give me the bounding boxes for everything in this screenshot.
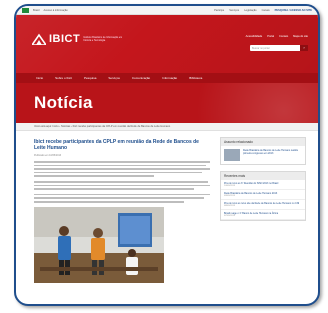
header-links: Acessibilidade Portal Contato Mapa do si…	[246, 35, 308, 38]
brazil-flag-icon	[22, 7, 29, 13]
breadcrumb: Você está aqui: Início › Notícias › Ibic…	[16, 123, 318, 131]
gov-link-brasil[interactable]: Brasil	[33, 9, 40, 12]
nav-item-informacao[interactable]: Informação	[162, 76, 177, 80]
recent-heading: Recentes mais	[221, 172, 305, 180]
meeting-photo-image	[34, 206, 164, 283]
search-input[interactable]: Buscar no portal	[250, 47, 300, 50]
nav-item-servicos[interactable]: Serviços	[108, 76, 120, 80]
related-link[interactable]: Rede Brasileira de Bancos de Leite Human…	[243, 149, 302, 161]
article: Ibict recebe participantes da CPLP em re…	[34, 137, 210, 283]
search-button[interactable]: ›	[300, 45, 308, 51]
related-heading: Assunto relacionado	[221, 138, 305, 146]
article-paragraph	[34, 180, 210, 190]
nav-item-pesquisa[interactable]: Pesquisa	[84, 76, 96, 80]
related-box: Assunto relacionado Rede Brasileira de B…	[220, 137, 306, 165]
sidebar: Assunto relacionado Rede Brasileira de B…	[220, 137, 306, 283]
page-banner: Notícia	[16, 83, 318, 123]
gov-highlight-link[interactable]: PESQUISA / ACESSO AO SITE	[275, 9, 312, 12]
recent-item[interactable]: Brasil reage o 1º Banco de Leite Humano …	[221, 210, 305, 220]
article-title: Ibict recebe participantes da CPLP em re…	[34, 139, 199, 151]
site-header: IBICT Instituto Brasileiro de Informação…	[16, 15, 318, 83]
government-bar: Brasil Acesso à informação Participe Ser…	[16, 6, 318, 15]
ibict-logo[interactable]: IBICT Instituto Brasileiro de Informação…	[32, 33, 127, 45]
recent-date: 07/05/2013	[224, 215, 235, 217]
nav-item-inicio[interactable]: Início	[36, 76, 43, 80]
gov-link-canais[interactable]: Canais	[262, 9, 270, 12]
gov-link-servicos[interactable]: Serviços	[229, 9, 239, 12]
screenshot-frame: Brasil Acesso à informação Participe Ser…	[14, 4, 320, 306]
header-link-acessibilidade[interactable]: Acessibilidade	[246, 35, 263, 38]
gov-link-participe[interactable]: Participe	[214, 9, 224, 12]
logo-subtitle: Instituto Brasileiro de Informação em Ci…	[83, 36, 123, 42]
gov-link-legislacao[interactable]: Legislação	[244, 9, 256, 12]
recent-date: 08/05/2013	[224, 205, 235, 207]
page-title: Notícia	[34, 93, 93, 112]
banner-shade	[158, 83, 318, 123]
content-area: Ibict recebe participantes da CPLP em re…	[16, 131, 318, 283]
recent-link[interactable]: Pra cá rumo ao novo site da Rede de Banc…	[224, 202, 302, 205]
article-photo	[34, 206, 164, 283]
gov-link-acesso[interactable]: Acesso à informação	[44, 9, 68, 12]
recent-item[interactable]: Pra cá rumo ao 3º Reunião do ISSN 2013 n…	[221, 180, 305, 190]
logo-text: IBICT	[49, 33, 81, 45]
main-nav: Início Sobre o Ibict Pesquisa Serviços C…	[16, 73, 318, 83]
article-paragraph	[34, 193, 210, 203]
nav-item-biblioteca[interactable]: Biblioteca	[189, 76, 202, 80]
ibict-logo-icon	[32, 33, 46, 45]
header-link-contato[interactable]: Contato	[279, 35, 288, 38]
recent-item[interactable]: Rede Brasileira de Bancos de Leite Human…	[221, 190, 305, 200]
search-box[interactable]: Buscar no portal ›	[250, 45, 308, 51]
nav-item-comunicacao[interactable]: Comunicação	[132, 76, 150, 80]
gov-links-right: Participe Serviços Legislação Canais PES…	[214, 9, 312, 12]
related-item[interactable]: Rede Brasileira de Bancos de Leite Human…	[221, 146, 305, 164]
recent-date: 10/05/2013	[224, 185, 235, 187]
nav-item-sobre[interactable]: Sobre o Ibict	[55, 76, 72, 80]
header-link-mapa[interactable]: Mapa do site	[293, 35, 308, 38]
article-meta: Publicado em 10/05/2013	[34, 154, 62, 157]
recent-item[interactable]: Pra cá rumo ao novo site da Rede de Banc…	[221, 200, 305, 210]
header-link-portal[interactable]: Portal	[267, 35, 274, 38]
recent-box: Recentes mais Pra cá rumo ao 3º Reunião …	[220, 171, 306, 221]
related-thumbnail	[224, 149, 240, 161]
recent-date: 09/05/2013	[224, 195, 235, 197]
breadcrumb-text[interactable]: Você está aqui: Início › Notícias › Ibic…	[34, 125, 170, 128]
article-paragraph	[34, 161, 210, 177]
